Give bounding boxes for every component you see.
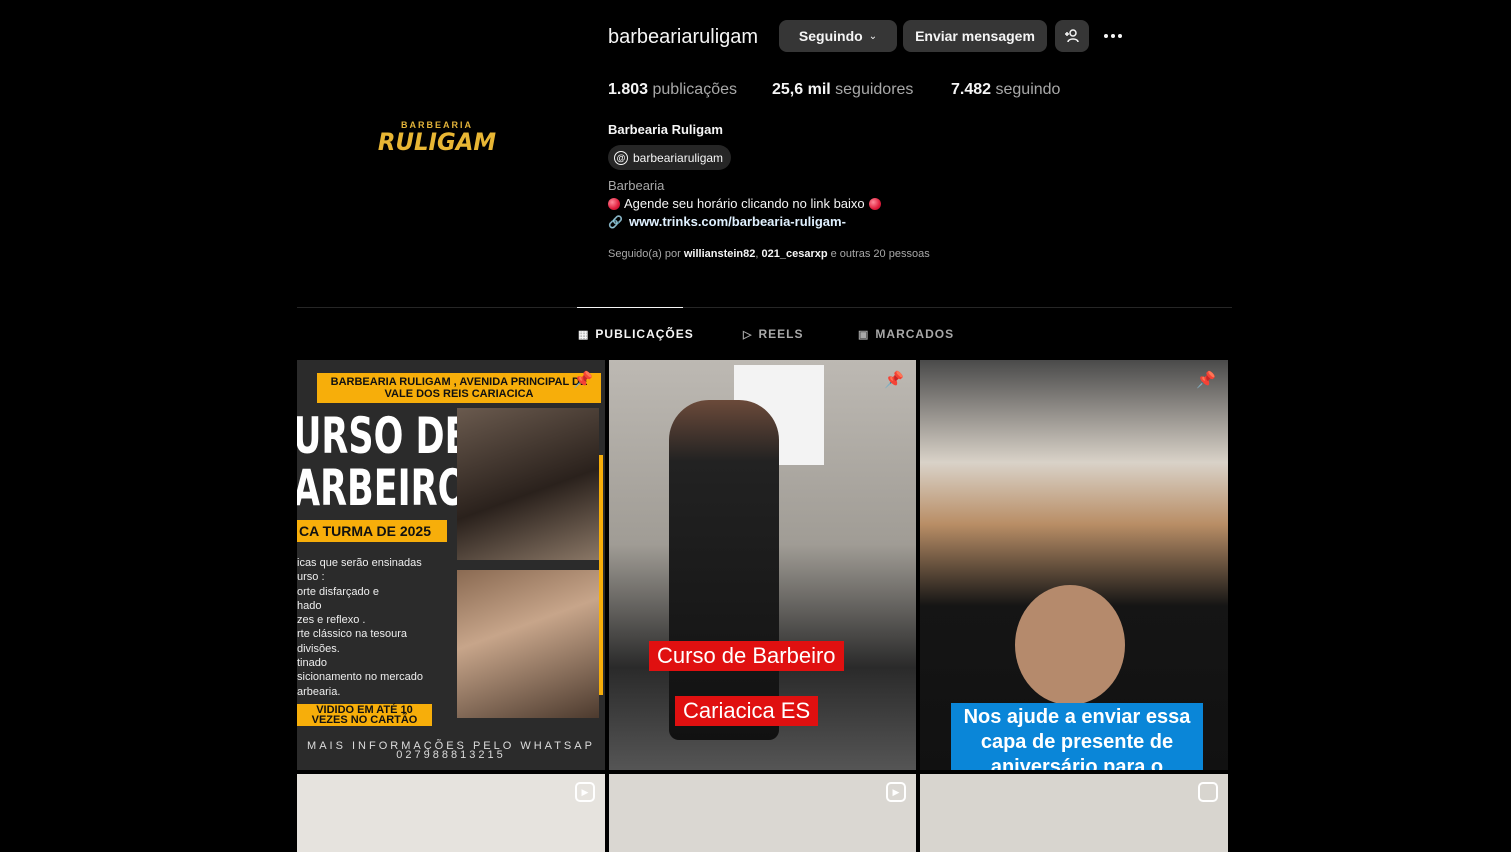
following-label: Seguindo xyxy=(798,28,863,44)
barber-photo xyxy=(457,408,599,560)
grid-icon: ▦ xyxy=(578,328,590,341)
posts-count: 1.803 publicações xyxy=(608,81,737,98)
tab-posts[interactable]: ▦ PUBLICAÇÕES xyxy=(578,327,694,341)
post-caption: Cariacica ES xyxy=(675,696,819,726)
carousel-icon xyxy=(1198,782,1218,802)
post-turma: CA TURMA DE 2025 xyxy=(297,520,447,542)
profile-avatar[interactable]: BARBEARIA RULIGAM xyxy=(362,62,512,212)
post-banner-text: BARBEARIA RULIGAM , AVENIDA PRINCIPAL DE… xyxy=(317,373,601,403)
threads-icon: @ xyxy=(614,150,628,165)
profile-bio: Agende seu horário clicando no link baix… xyxy=(608,196,881,211)
post-contact-info: MAIS INFORMAÇÕES PELO WHATSAP 0279888132… xyxy=(307,740,595,761)
link-icon: 🔗 xyxy=(608,214,623,229)
reel-icon: ▶ xyxy=(575,782,595,802)
logo-big-text: RULIGAM xyxy=(377,128,497,156)
accent-bar xyxy=(599,455,603,695)
profile-link[interactable]: 🔗 www.trinks.com/barbearia-ruligam- xyxy=(608,214,846,229)
reel-icon: ▶ xyxy=(886,782,906,802)
post-tile[interactable] xyxy=(920,774,1228,852)
post-tile[interactable]: ▶ xyxy=(609,774,916,852)
following-count[interactable]: 7.482 seguindo xyxy=(951,81,1060,99)
add-person-icon xyxy=(1065,29,1079,43)
tab-tagged[interactable]: ▣ MARCADOS xyxy=(858,327,954,341)
post-caption: Curso de Barbeiro xyxy=(649,641,844,671)
post-installments: VIDIDO EM ATÉ 10 VEZES NO CARTÃO xyxy=(297,704,432,726)
post-tile[interactable]: Curso de Barbeiro Cariacica ES 📌 xyxy=(609,360,916,770)
bio-text: Agende seu horário clicando no link baix… xyxy=(624,196,865,211)
threads-handle: barbeariaruligam xyxy=(633,150,724,165)
profile-full-name: Barbearia Ruligam xyxy=(608,122,723,137)
pin-icon: 📌 xyxy=(884,372,904,389)
active-tab-indicator xyxy=(577,307,683,308)
post-tile[interactable]: ▶ xyxy=(297,774,605,852)
profile-category: Barbearia xyxy=(608,178,665,193)
cape-face-print xyxy=(1015,585,1125,705)
more-options-icon[interactable] xyxy=(1100,24,1126,48)
followed-by[interactable]: Seguido(a) por willianstein82, 021_cesar… xyxy=(608,248,930,260)
post-list: icas que serão ensinadas urso : orte disfa… xyxy=(297,557,423,698)
tagged-icon: ▣ xyxy=(858,328,870,341)
pin-icon: 📌 xyxy=(1196,372,1216,389)
send-message-button[interactable]: Enviar mensagem xyxy=(903,20,1047,52)
post-tile[interactable]: Nos ajude a enviar essa capa de presente… xyxy=(920,360,1228,770)
tab-reels[interactable]: ▷ REELS xyxy=(743,327,803,341)
red-circle-icon xyxy=(868,197,881,210)
add-person-button[interactable] xyxy=(1055,20,1089,52)
following-button[interactable]: Seguindo ⌄ xyxy=(779,20,897,52)
post-tile[interactable]: BARBEARIA RULIGAM , AVENIDA PRINCIPAL DE… xyxy=(297,360,605,770)
reels-icon: ▷ xyxy=(743,328,753,341)
post-title: URSO DE ARBEIRO xyxy=(297,407,469,517)
pin-icon: 📌 xyxy=(573,372,593,389)
red-circle-icon xyxy=(608,197,620,210)
tabs-divider xyxy=(297,307,1232,308)
profile-username: barbeariaruligam xyxy=(608,26,759,48)
threads-badge[interactable]: @ barbeariaruligam xyxy=(608,145,732,170)
chevron-down-icon: ⌄ xyxy=(868,30,878,42)
followers-count[interactable]: 25,6 mil seguidores xyxy=(772,81,913,99)
profile-link-text[interactable]: www.trinks.com/barbearia-ruligam- xyxy=(629,214,846,229)
beard-photo xyxy=(457,570,599,718)
instructor-figure xyxy=(669,400,779,740)
brand-logo: BARBEARIA RULIGAM xyxy=(372,120,502,154)
post-caption: Nos ajude a enviar essa capa de presente… xyxy=(951,703,1203,770)
